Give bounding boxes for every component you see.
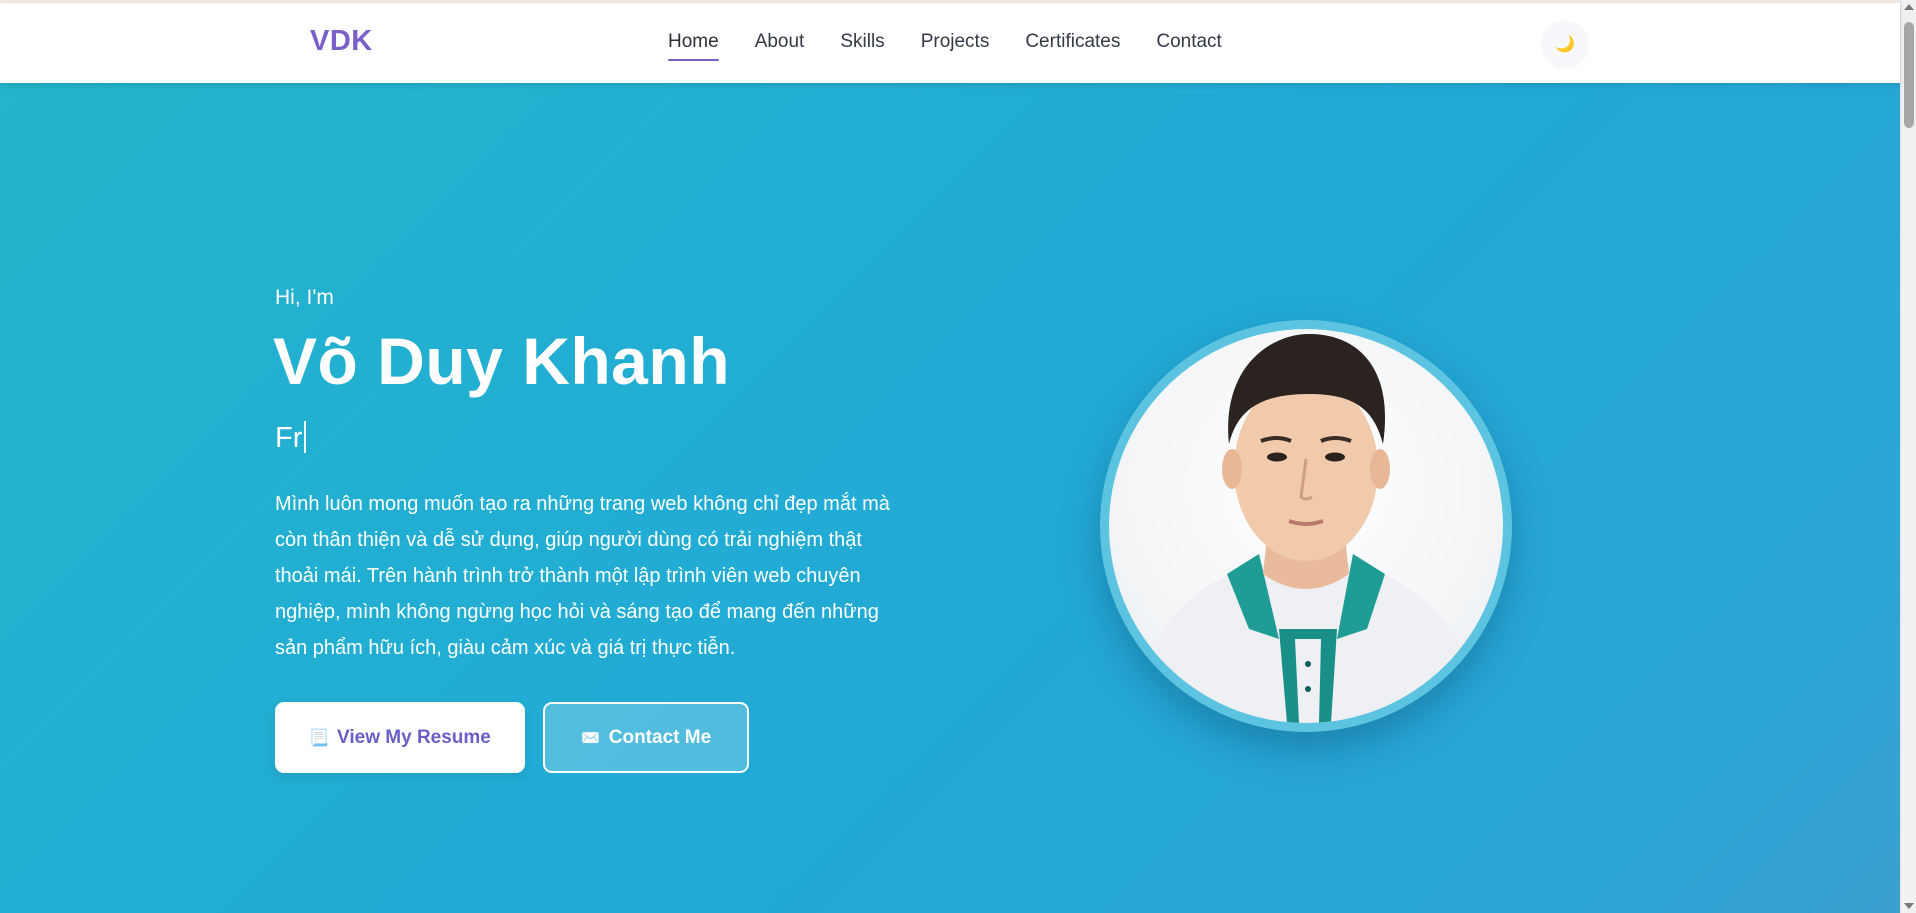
scroll-down-arrow-icon[interactable] (1904, 903, 1914, 909)
profile-photo-frame (1100, 320, 1512, 732)
envelope-icon: ✉️ (580, 729, 601, 747)
view-resume-label: View My Resume (337, 726, 491, 748)
nav-link-certificates[interactable]: Certificates (1025, 31, 1120, 61)
site-logo[interactable]: VDK (310, 25, 373, 58)
contact-me-label: Contact Me (608, 726, 712, 748)
typing-text: Fr (275, 422, 303, 454)
document-icon: 📃 (309, 729, 330, 747)
profile-photo (1109, 329, 1503, 723)
contact-me-button[interactable]: ✉️ Contact Me (543, 702, 749, 773)
nav-link-contact[interactable]: Contact (1156, 31, 1221, 61)
profile-portrait (1129, 334, 1487, 723)
nav-link-skills[interactable]: Skills (840, 31, 884, 61)
hero-bio: Mình luôn mong muốn tạo ra những trang w… (275, 493, 890, 659)
nav-links: Home About Skills Projects Certificates … (668, 31, 1222, 61)
hero-name: Võ Duy Khanh (273, 324, 731, 398)
nav-link-projects[interactable]: Projects (921, 31, 990, 61)
hero-section: Hi, I'm Võ Duy Khanh Fr Mình luôn mong m… (0, 83, 1900, 913)
typing-caret (304, 421, 307, 453)
view-resume-button[interactable]: 📃 View My Resume (275, 702, 525, 773)
nav-link-home[interactable]: Home (668, 31, 719, 61)
vertical-scrollbar[interactable] (1900, 0, 1916, 913)
navbar: VDK Home About Skills Projects Certifica… (0, 3, 1900, 83)
scrollbar-thumb[interactable] (1904, 22, 1914, 128)
theme-toggle-button[interactable]: 🌙 (1542, 21, 1588, 67)
nav-link-about[interactable]: About (755, 31, 805, 61)
typing-text-line: Fr (275, 421, 307, 455)
hero-greeting: Hi, I'm (275, 286, 334, 309)
scroll-up-arrow-icon[interactable] (1904, 4, 1914, 10)
moon-icon: 🌙 (1555, 36, 1575, 53)
